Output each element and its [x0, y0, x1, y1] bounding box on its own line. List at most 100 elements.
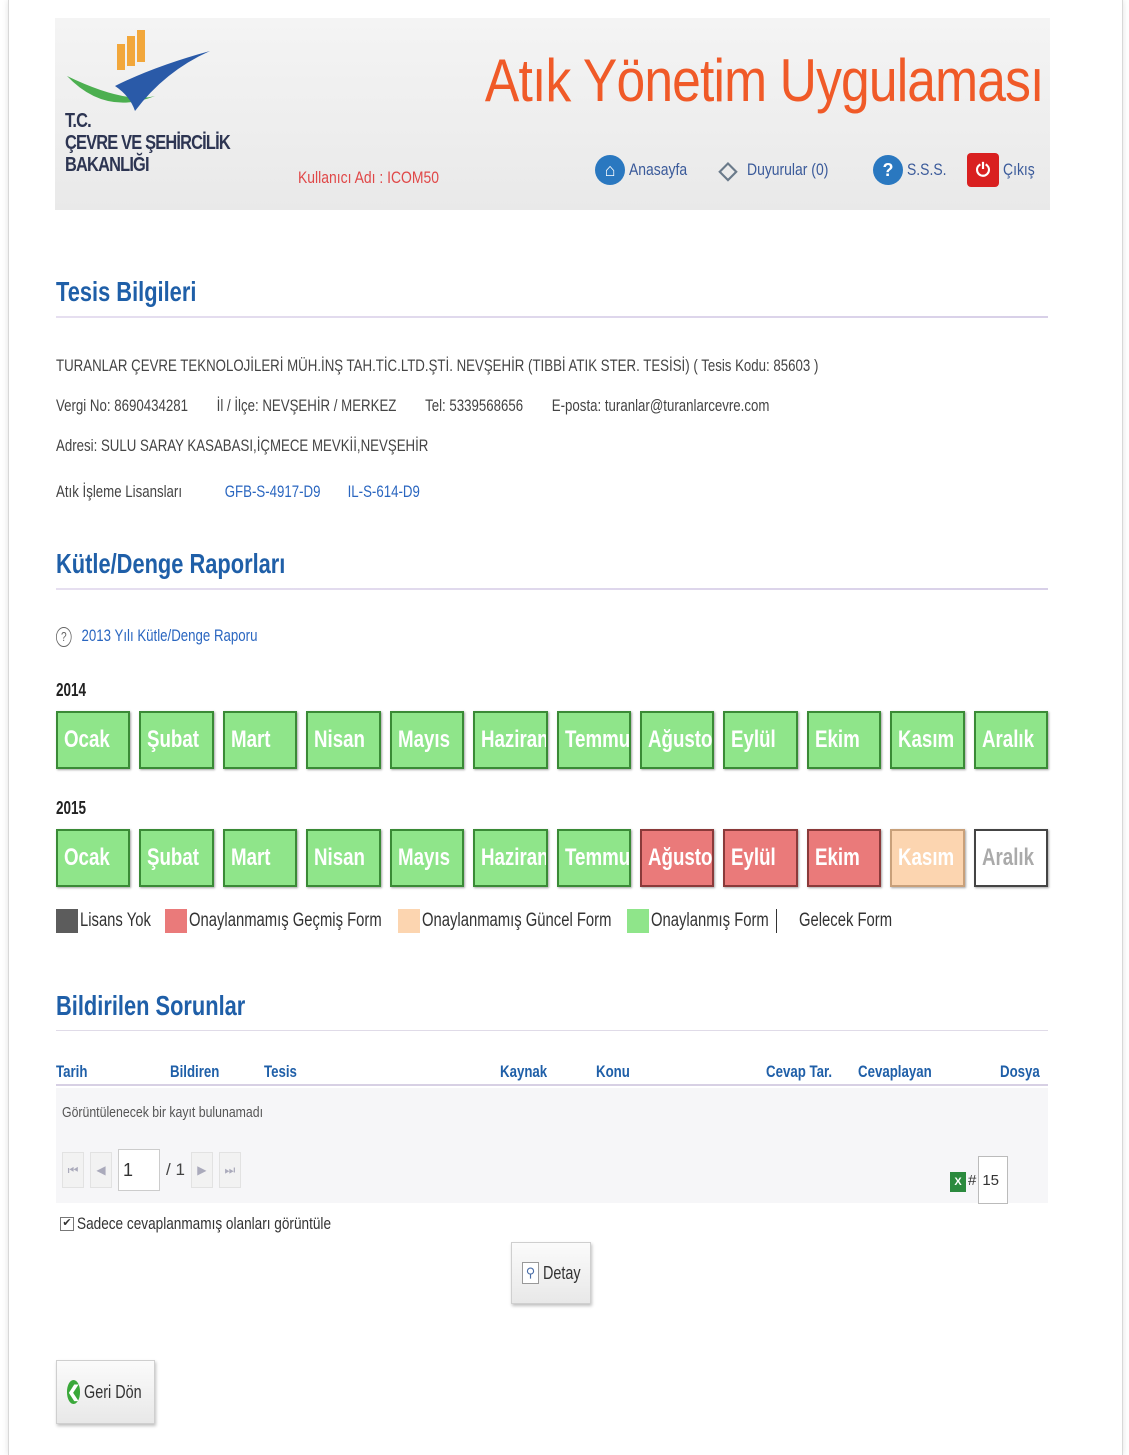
legend-future: Gelecek Form — [798, 910, 892, 931]
last-page-icon[interactable]: ⏭ — [218, 1152, 241, 1188]
question-icon: ? — [56, 627, 72, 647]
months-row-2014: Ocak Şubat Mart Nisan Mayıs Haziran Temmuz Ağus… — [56, 711, 1049, 769]
license-row: Atık İşleme Lisansları GFB-S-4917-D9 IL-… — [56, 482, 420, 502]
facility-contact-row: Vergi No: 8690434281 İl / İlçe: NEVŞEHİR… — [56, 396, 769, 416]
month-2014-3[interactable]: Mart — [222, 711, 298, 769]
months-row-2015: Ocak Şubat Mart Nisan Mayıs Haziran Temmuz Ağus… — [56, 829, 1049, 887]
reports-section-title: Kütle/Denge Raporları — [56, 548, 286, 579]
column-header[interactable]: Kaynak — [500, 1062, 547, 1082]
legend-swatch — [626, 909, 649, 933]
column-header[interactable]: Cevap Tar. — [766, 1062, 832, 1082]
month-label: Haziran — [481, 844, 548, 871]
status-legend: Lisans Yok Onaylanmamış Geçmiş Form Onay… — [56, 908, 918, 934]
license-link[interactable]: IL-S-614-D9 — [348, 482, 420, 501]
ministry-line-3: BAKANLIĞI — [65, 154, 150, 176]
month-2015-5[interactable]: Mayıs — [389, 829, 465, 887]
nav-logout[interactable]: ⏻ Çıkış — [967, 148, 1042, 192]
month-2015-12[interactable]: Aralık — [973, 829, 1049, 887]
month-2015-7[interactable]: Temmuz — [556, 829, 631, 887]
next-page-icon[interactable]: ▶ — [190, 1152, 213, 1188]
prev-page-icon[interactable]: ◀ — [90, 1152, 112, 1188]
excel-export-icon[interactable]: X — [950, 1172, 966, 1192]
issues-table-body: Görüntülenecek bir kayıt bulunamadı ⏮ ◀ … — [56, 1088, 1048, 1204]
month-label: Aralık — [981, 844, 1034, 871]
nav-home[interactable]: ⌂ Anasayfa — [595, 148, 700, 192]
month-label: Ocak — [64, 726, 110, 753]
month-2014-2[interactable]: Şubat — [139, 711, 214, 769]
unanswered-checkbox-label: Sadece cevaplanmamış olanları görüntüle — [77, 1214, 332, 1233]
month-2014-6[interactable]: Haziran — [473, 711, 548, 769]
month-2014-12[interactable]: Aralık — [973, 711, 1049, 769]
month-label: Aralık — [981, 726, 1034, 753]
month-label: Temmuz — [564, 726, 630, 753]
month-2014-9[interactable]: Eylül — [723, 711, 798, 769]
empty-message: Görüntülenecek bir kayıt bulunamadı — [62, 1104, 264, 1121]
first-page-icon[interactable]: ⏮ — [62, 1152, 84, 1188]
month-label: Nisan — [314, 844, 366, 871]
column-header[interactable]: Dosya — [1000, 1062, 1040, 1082]
month-2015-1[interactable]: Ocak — [56, 829, 131, 887]
column-header[interactable]: Tesis — [264, 1062, 297, 1082]
page-total: / 1 — [166, 1160, 185, 1179]
license-link[interactable]: GFB-S-4917-D9 — [225, 482, 321, 501]
legend-swatch — [164, 909, 187, 933]
month-2015-4[interactable]: Nisan — [306, 829, 381, 887]
month-2015-3[interactable]: Mart — [222, 829, 298, 887]
home-icon: ⌂ — [595, 155, 625, 185]
province: İl / İlçe: NEVŞEHİR / MERKEZ — [216, 396, 397, 415]
month-label: Haziran — [481, 726, 548, 753]
page-size: # 15 — [968, 1156, 1009, 1204]
facility-name: TURANLAR ÇEVRE TEKNOLOJİLERİ MÜH.İNŞ TAH… — [56, 356, 819, 375]
facility-address: Adresi: SULU SARAY KASABASI,İÇMECE MEVKİ… — [56, 436, 429, 455]
month-2014-8[interactable]: Ağustos — [639, 711, 715, 769]
month-2015-11[interactable]: Kasım — [890, 829, 965, 887]
month-2014-7[interactable]: Temmuz — [556, 711, 631, 769]
month-label: Eylül — [731, 844, 777, 871]
month-label: Ağustos — [647, 726, 713, 753]
nav-announcements[interactable]: ◇ Duyurular (0) — [713, 148, 846, 192]
page-number-input[interactable]: 1 — [118, 1149, 160, 1191]
month-label: Ocak — [64, 844, 110, 871]
month-label: Kasım — [898, 726, 955, 753]
ministry-name: T.C. ÇEVRE VE ŞEHİRCİLİK BAKANLIĞI — [65, 110, 231, 176]
month-2014-1[interactable]: Ocak — [56, 711, 131, 769]
page-size-input[interactable]: 15 — [978, 1156, 1009, 1204]
month-2015-8[interactable]: Ağustos — [639, 829, 715, 887]
tax-number: Vergi No: 8690434281 — [56, 396, 188, 415]
month-2015-10[interactable]: Ekim — [806, 829, 882, 887]
legend-unapproved-past: Onaylanmamış Geçmiş Form — [188, 910, 382, 931]
unanswered-filter[interactable]: ✔ Sadece cevaplanmamış olanları görüntül… — [60, 1214, 395, 1234]
username-label: Kullanıcı Adı : ICOM50 — [298, 168, 440, 187]
month-2014-10[interactable]: Ekim — [806, 711, 882, 769]
ministry-line-2: ÇEVRE VE ŞEHİRCİLİK — [65, 132, 231, 154]
legend-approved: Onaylanmış Form — [650, 910, 769, 931]
app-header: T.C. ÇEVRE VE ŞEHİRCİLİK BAKANLIĞI Atık … — [55, 18, 1050, 210]
column-header[interactable]: Tarih — [56, 1062, 87, 1082]
month-label: Mayıs — [397, 726, 450, 753]
month-label: Temmuz — [564, 844, 630, 871]
month-label: Şubat — [147, 726, 200, 753]
month-label: Nisan — [314, 726, 366, 753]
month-label: Kasım — [898, 844, 955, 871]
month-2015-9[interactable]: Eylül — [723, 829, 798, 887]
month-label: Şubat — [147, 844, 200, 871]
month-label: Eylül — [731, 726, 777, 753]
month-2015-2[interactable]: Şubat — [139, 829, 214, 887]
report-link[interactable]: 2013 Yılı Kütle/Denge Raporu — [82, 626, 258, 645]
column-header[interactable]: Bildiren — [170, 1062, 219, 1082]
column-header[interactable]: Konu — [596, 1062, 630, 1082]
month-2014-5[interactable]: Mayıs — [389, 711, 465, 769]
unanswered-checkbox[interactable]: ✔ — [60, 1217, 74, 1231]
detail-button[interactable]: ⚲ Detay — [511, 1242, 591, 1304]
nav-faq[interactable]: ? S.S.S. — [873, 148, 955, 192]
month-2015-6[interactable]: Haziran — [473, 829, 548, 887]
month-2014-11[interactable]: Kasım — [890, 711, 965, 769]
month-label: Ekim — [814, 844, 860, 871]
magnifier-document-icon: ⚲ — [522, 1262, 539, 1284]
column-header[interactable]: Cevaplayan — [858, 1062, 932, 1082]
nav-faq-label: S.S.S. — [907, 160, 947, 179]
month-2014-4[interactable]: Nisan — [306, 711, 381, 769]
tag-icon: ◇ — [718, 156, 738, 184]
back-button[interactable]: ❮ Geri Dön — [56, 1360, 155, 1424]
reports-divider — [56, 588, 1048, 590]
